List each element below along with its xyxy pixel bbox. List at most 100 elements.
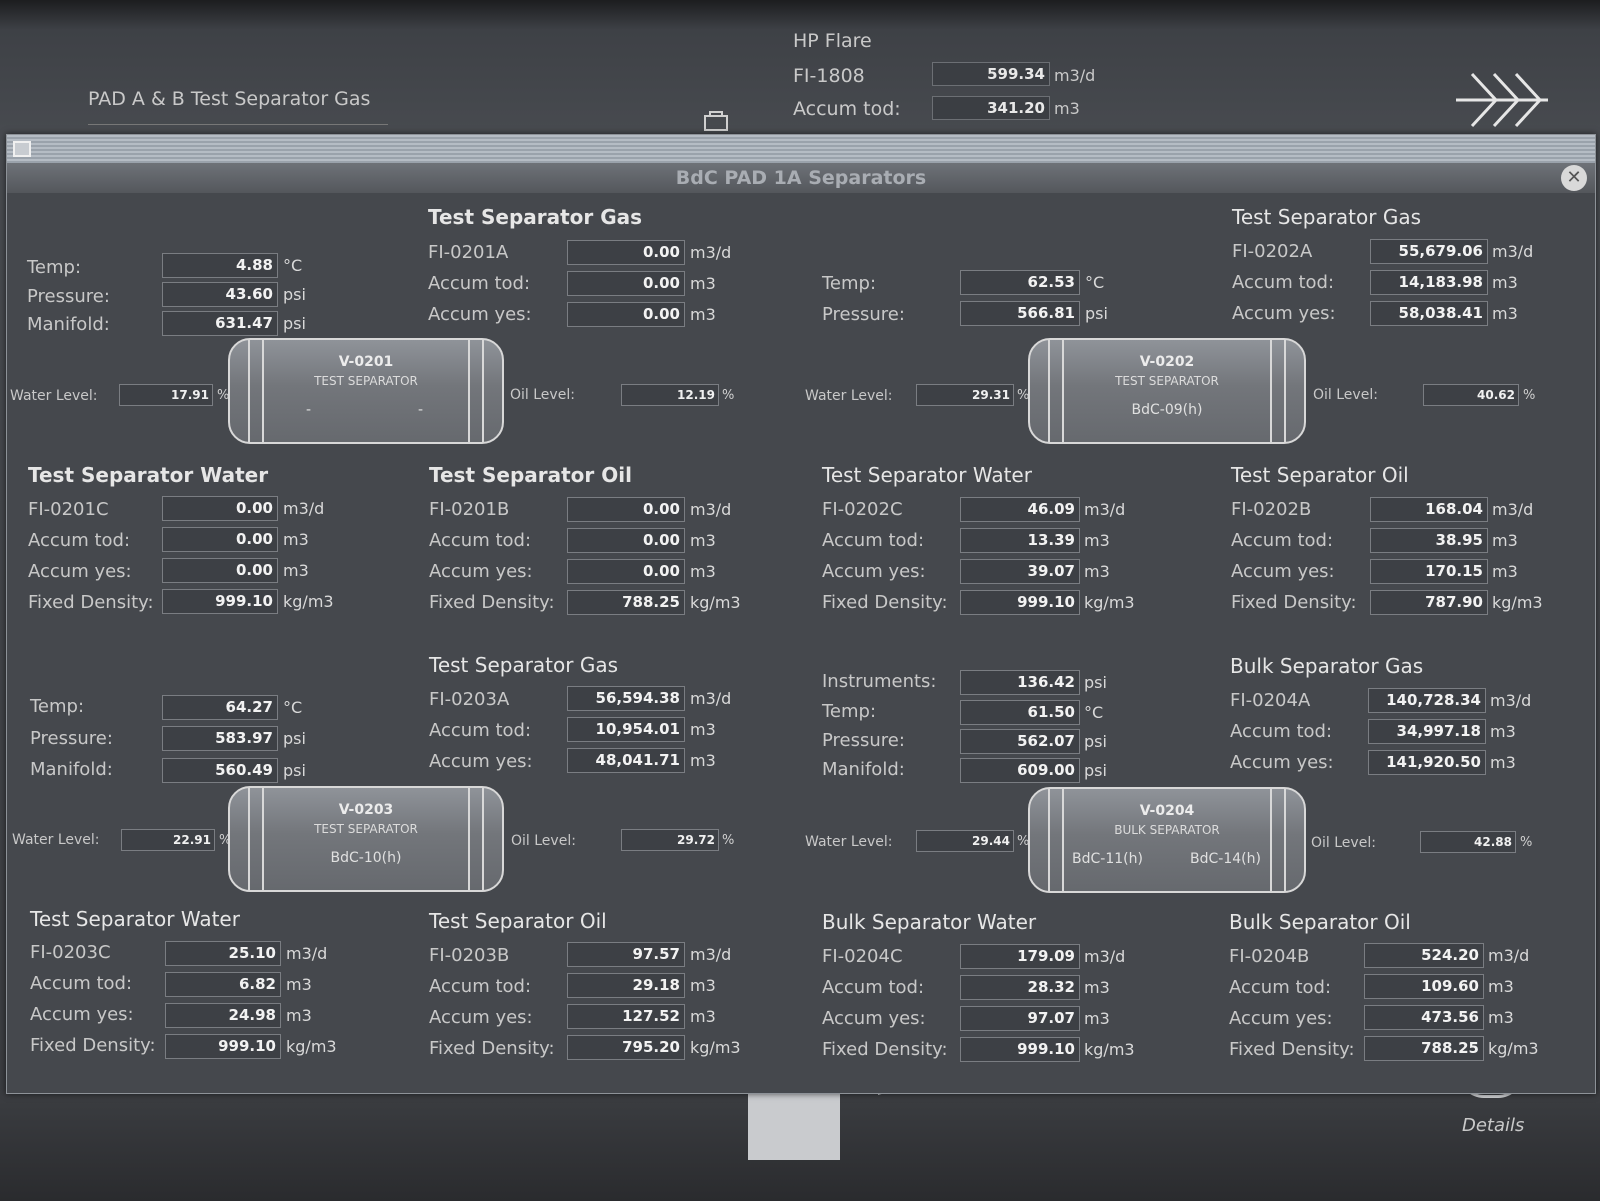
v0201-oil-accum-yes: 0.00 <box>567 559 685 584</box>
v0203-water-density: 999.10 <box>165 1034 281 1059</box>
unit-label: kg/m3 <box>283 592 334 611</box>
v0204-water-fi-value: 179.09 <box>960 944 1080 969</box>
unit-label: m3 <box>1492 304 1518 323</box>
water-level-label: Water Level: <box>12 832 100 848</box>
unit-label: m3 <box>1488 1008 1514 1027</box>
unit-label: psi <box>283 314 306 333</box>
v0201-temp: 4.88 <box>162 253 278 278</box>
pressure-label: Pressure: <box>822 730 905 751</box>
fixed-density-label: Fixed Density: <box>429 1038 555 1059</box>
v0201-manifold: 631.47 <box>162 311 278 336</box>
v0202-water-accum-yes: 39.07 <box>960 559 1080 584</box>
v0201-pressure: 43.60 <box>162 282 278 307</box>
v0201-water-accum-tod: 0.00 <box>162 527 278 552</box>
unit-label: m3 <box>1084 531 1110 550</box>
v0204-oil-title: Bulk Separator Oil <box>1229 910 1411 934</box>
v0202-water-level: 29.31 <box>916 384 1014 406</box>
v0202-oil-fi-value: 168.04 <box>1370 497 1488 522</box>
v0203-vessel[interactable]: V-0203 TEST SEPARATOR BdC-10(h) <box>228 786 504 892</box>
v0201-oil-accum-tod: 0.00 <box>567 528 685 553</box>
v0204-gas-fi-value: 140,728.34 <box>1368 688 1486 713</box>
v0202-pressure: 566.81 <box>960 301 1080 326</box>
unit-label: m3 <box>690 720 716 739</box>
water-level-label: Water Level: <box>805 834 893 850</box>
unit-label: m3/d <box>286 944 328 963</box>
vessel-well: BdC-10(h) <box>330 850 402 866</box>
unit-label: m3 <box>1488 977 1514 996</box>
unit-label: °C <box>1084 703 1104 722</box>
window-menu-icon[interactable] <box>13 141 31 157</box>
details-link[interactable]: Details <box>1462 1115 1524 1136</box>
fixed-density-label: Fixed Density: <box>1229 1039 1355 1060</box>
unit-label: m3 <box>690 562 716 581</box>
v0202-oil-title: Test Separator Oil <box>1231 463 1409 487</box>
oil-level-label: Oil Level: <box>1311 835 1376 851</box>
v0202-temp: 62.53 <box>960 270 1080 295</box>
unit-label: m3 <box>690 976 716 995</box>
unit-label: m3 <box>690 274 716 293</box>
vessel-right-mark: - <box>418 402 424 418</box>
manifold-label: Manifold: <box>822 759 905 780</box>
manifold-label: Manifold: <box>30 759 113 780</box>
v0203-oil-accum-tod: 29.18 <box>567 973 685 998</box>
v0204-water-fi-label: FI-0204C <box>822 946 903 967</box>
vessel-type: BULK SEPARATOR <box>1114 823 1220 837</box>
accum-yes-label: Accum yes: <box>1230 752 1334 773</box>
unit-label: m3/d <box>690 500 732 519</box>
v0203-oil-level: 29.72 <box>621 829 719 851</box>
unit-label: m3 <box>1084 978 1110 997</box>
v0202-gas-title: Test Separator Gas <box>1232 205 1422 229</box>
pressure-label: Pressure: <box>30 728 113 749</box>
water-level-label: Water Level: <box>805 388 893 404</box>
flare-arrows-icon <box>1456 72 1548 128</box>
instruments-label: Instruments: <box>822 671 937 692</box>
v0203-gas-fi-value: 56,594.38 <box>567 686 685 711</box>
unit-label: psi <box>283 729 306 748</box>
hp-flare-accum-value: 341.20 <box>932 96 1050 120</box>
v0202-vessel[interactable]: V-0202 TEST SEPARATOR BdC-09(h) <box>1028 338 1306 444</box>
unit-label: m3 <box>286 1006 312 1025</box>
accum-yes-label: Accum yes: <box>429 561 533 582</box>
v0203-water-accum-yes: 24.98 <box>165 1003 281 1028</box>
v0203-water-fi-value: 25.10 <box>165 941 281 966</box>
vessel-type: TEST SEPARATOR <box>1115 374 1219 388</box>
v0204-vessel[interactable]: V-0204 BULK SEPARATOR BdC-11(h) BdC-14(h… <box>1028 787 1306 893</box>
unit-label: m3 <box>1490 722 1516 741</box>
window-drag-bar[interactable] <box>7 135 1595 163</box>
v0204-gas-accum-tod: 34,997.18 <box>1368 719 1486 744</box>
v0204-water-accum-yes: 97.07 <box>960 1006 1080 1031</box>
v0202-oil-accum-yes: 170.15 <box>1370 559 1488 584</box>
oil-level-label: Oil Level: <box>510 387 575 403</box>
vessel-left-mark: - <box>306 402 312 418</box>
unit-label: % <box>722 388 735 403</box>
v0204-gas-accum-yes: 141,920.50 <box>1368 750 1486 775</box>
accum-tod-label: Accum tod: <box>429 976 532 997</box>
fixed-density-label: Fixed Density: <box>822 1039 948 1060</box>
v0204-water-level: 29.44 <box>916 830 1014 852</box>
accum-tod-label: Accum tod: <box>1232 272 1335 293</box>
accum-tod-label: Accum tod: <box>30 973 133 994</box>
window-title[interactable]: BdC PAD 1A Separators <box>7 163 1595 193</box>
v0201-vessel[interactable]: V-0201 TEST SEPARATOR - - <box>228 338 504 444</box>
pad-ab-title: PAD A & B Test Separator Gas <box>88 88 371 110</box>
unit-label: psi <box>1085 304 1108 323</box>
v0201-gas-accum-tod: 0.00 <box>567 271 685 296</box>
vessel-well-right: BdC-14(h) <box>1190 851 1261 867</box>
v0203-manifold: 560.49 <box>162 758 278 783</box>
unit-label: m3/d <box>283 499 325 518</box>
v0201-gas-fi-label: FI-0201A <box>428 242 509 263</box>
v0202-water-density: 999.10 <box>960 590 1080 615</box>
pressure-label: Pressure: <box>822 304 905 325</box>
oil-level-label: Oil Level: <box>1313 387 1378 403</box>
v0202-gas-accum-yes: 58,038.41 <box>1370 301 1488 326</box>
v0204-temp: 61.50 <box>960 700 1080 725</box>
vessel-tag: V-0203 <box>338 802 394 818</box>
unit-label: % <box>722 833 735 848</box>
unit-label: m3/d <box>690 243 732 262</box>
v0201-oil-title: Test Separator Oil <box>429 463 632 487</box>
accum-yes-label: Accum yes: <box>822 1008 926 1029</box>
unit-label: °C <box>1085 273 1105 292</box>
unit-label: m3 <box>690 1007 716 1026</box>
oil-level-label: Oil Level: <box>511 833 576 849</box>
close-icon[interactable]: ✕ <box>1561 165 1587 191</box>
